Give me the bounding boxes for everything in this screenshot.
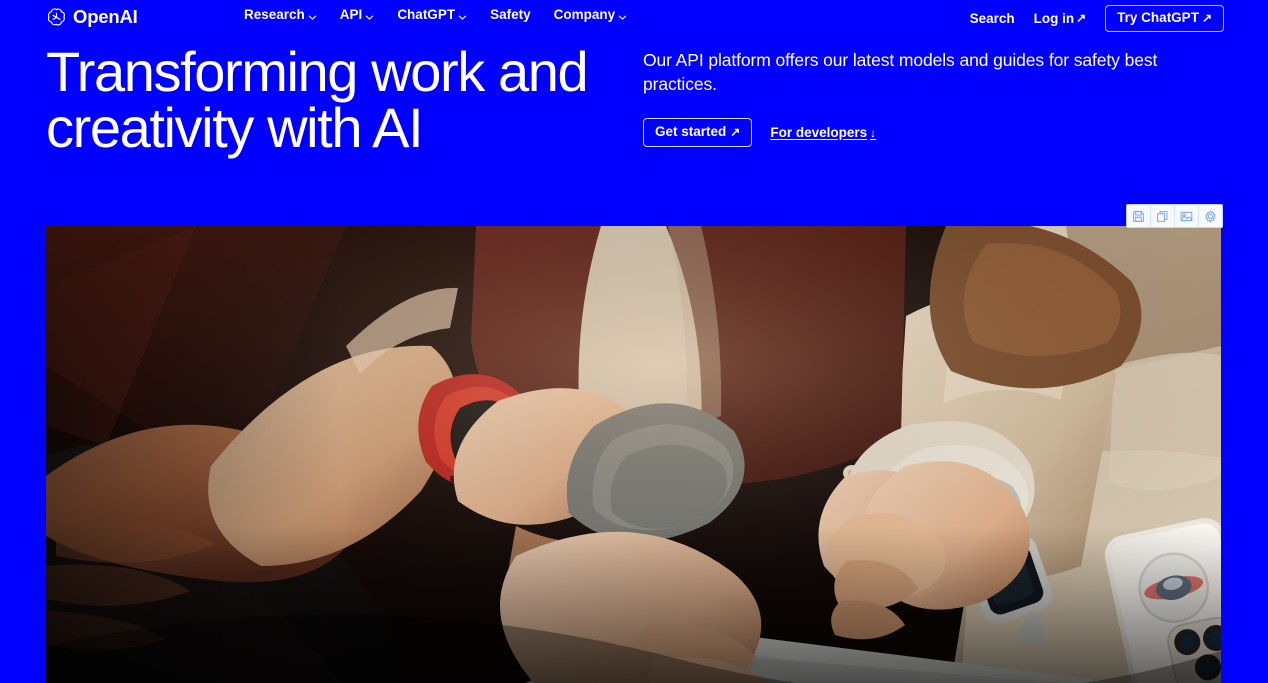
nav-item-research-label: Research (244, 7, 305, 22)
try-chatgpt-button[interactable]: Try ChatGPT ↗ (1105, 5, 1224, 32)
nav-item-chatgpt[interactable]: ChatGPT (397, 8, 467, 22)
image-icon (1180, 210, 1193, 223)
utility-nav: Search Log in ↗ Try ChatGPT ↗ (970, 5, 1224, 32)
chevron-down-icon (365, 11, 374, 20)
image-button[interactable] (1175, 205, 1199, 227)
for-developers-link[interactable]: For developers ↓ (770, 126, 876, 140)
nav-item-safety[interactable]: Safety (490, 8, 531, 22)
arrow-up-right-icon: ↗ (730, 125, 741, 139)
chevron-down-icon (618, 11, 627, 20)
search-button[interactable]: Search (969, 10, 1015, 26)
nav-item-company[interactable]: Company (554, 8, 628, 22)
save-icon (1132, 210, 1145, 223)
save-button[interactable] (1127, 205, 1151, 227)
hero-subtitle: Our API platform offers our latest model… (643, 50, 1158, 94)
primary-nav-menu: Research API ChatGPT Safety Company (244, 8, 627, 22)
nav-item-api-label: API (339, 7, 363, 22)
search-button-label: Search (969, 10, 1015, 26)
try-chatgpt-button-label: Try ChatGPT (1117, 10, 1199, 25)
arrow-down-icon: ↓ (870, 125, 877, 140)
get-started-button-label: Get started (655, 124, 727, 140)
hero-image-container (46, 226, 1221, 683)
copy-icon (1156, 210, 1169, 223)
nav-item-api[interactable]: API (340, 8, 375, 22)
brand-logo-link[interactable]: OpenAI (46, 5, 138, 29)
get-started-button[interactable]: Get started ↗ (643, 118, 753, 147)
settings-button[interactable] (1199, 205, 1222, 227)
page-title-line-1: Transforming work and (46, 40, 589, 103)
hero-action-row: Get started ↗ For developers ↓ (643, 118, 1218, 147)
nav-item-safety-label: Safety (490, 7, 531, 22)
openai-logo-icon (46, 7, 67, 28)
for-developers-link-label: For developers (770, 124, 868, 140)
arrow-up-right-icon: ↗ (1201, 10, 1212, 25)
brand-name-text: OpenAI (73, 5, 138, 27)
chevron-down-icon (308, 11, 317, 20)
nav-item-research[interactable]: Research (244, 8, 317, 22)
copy-button[interactable] (1151, 205, 1175, 227)
hero-photo (46, 226, 1221, 683)
hero-section: Transforming work and creativity with AI… (0, 44, 1268, 204)
login-link[interactable]: Log in ↗ (1033, 10, 1087, 26)
page-title-line-2: creativity with AI (46, 96, 424, 159)
chevron-down-icon (458, 11, 467, 20)
page-title: Transforming work and creativity with AI (46, 44, 626, 156)
image-tools-toolbar (1126, 204, 1223, 228)
gear-icon (1204, 209, 1217, 223)
nav-item-chatgpt-label: ChatGPT (397, 7, 456, 22)
login-link-label: Log in (1033, 10, 1075, 26)
nav-item-company-label: Company (553, 7, 616, 22)
hero-description-block: Our API platform offers our latest model… (643, 49, 1218, 147)
arrow-up-right-icon: ↗ (1076, 11, 1087, 26)
openai-homepage: OpenAI Research API ChatGPT Safety Compa… (0, 0, 1268, 683)
top-navigation-bar: OpenAI Research API ChatGPT Safety Compa… (0, 0, 1268, 34)
